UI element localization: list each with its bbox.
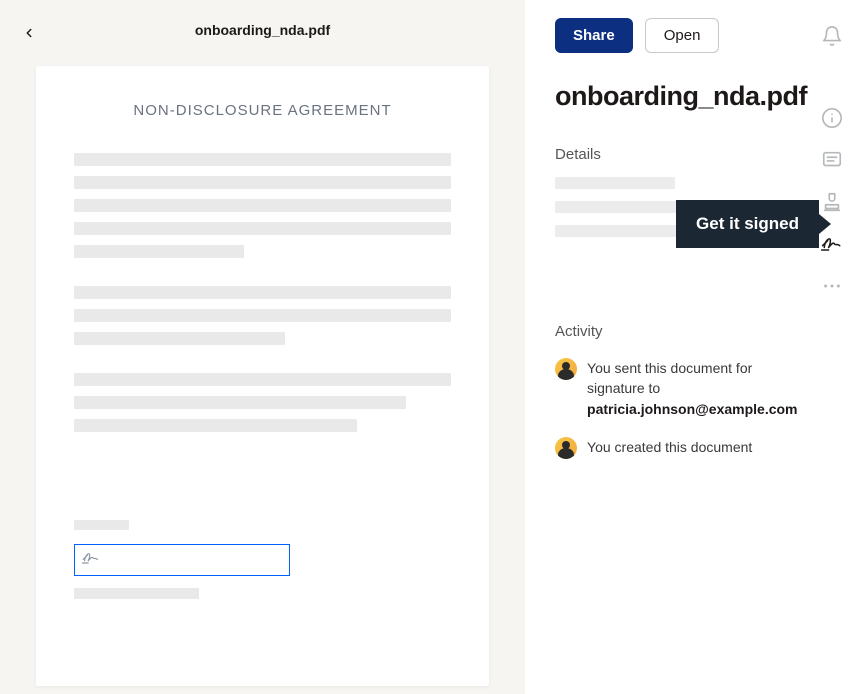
placeholder-line (74, 419, 357, 432)
comments-icon[interactable] (820, 148, 844, 172)
activity-prefix: You sent this document for signature to (587, 360, 752, 396)
preview-header: onboarding_nda.pdf (0, 0, 525, 60)
detail-filename: onboarding_nda.pdf (555, 81, 807, 112)
placeholder-line (74, 222, 451, 235)
icon-rail (815, 24, 849, 298)
preview-filename: onboarding_nda.pdf (18, 22, 507, 38)
activity-item: You created this document (555, 437, 807, 459)
placeholder-line (74, 373, 451, 386)
notification-icon[interactable] (820, 24, 844, 48)
placeholder-line (74, 588, 199, 599)
placeholder-line (74, 396, 406, 409)
activity-item: You sent this document for signature to … (555, 358, 807, 419)
open-button[interactable]: Open (645, 18, 720, 53)
document-page: NON-DISCLOSURE AGREEMENT (36, 66, 489, 686)
detail-header: Share Open (555, 18, 807, 53)
info-icon[interactable] (820, 106, 844, 130)
activity-text: You created this document (587, 437, 752, 457)
placeholder-line (74, 520, 129, 530)
placeholder-line (74, 153, 451, 166)
placeholder-line (74, 199, 451, 212)
details-section-label: Details (555, 146, 807, 163)
activity-section-label: Activity (555, 323, 807, 340)
activity-text: You sent this document for signature to … (587, 358, 807, 419)
signature-icon (81, 550, 101, 571)
chevron-left-icon (22, 26, 36, 40)
back-button[interactable] (20, 24, 38, 42)
stamp-icon[interactable] (820, 190, 844, 214)
sign-icon[interactable] (820, 232, 844, 256)
placeholder-line (555, 177, 675, 189)
placeholder-line (74, 309, 451, 322)
document-preview-pane: onboarding_nda.pdf NON-DISCLOSURE AGREEM… (0, 0, 525, 694)
document-title: NON-DISCLOSURE AGREEMENT (74, 102, 451, 119)
more-icon[interactable] (820, 274, 844, 298)
placeholder-line (74, 286, 451, 299)
detail-pane: Share Open onboarding_nda.pdf Details Ac… (525, 0, 859, 694)
placeholder-line (74, 176, 451, 189)
placeholder-line (74, 245, 244, 258)
activity-prefix: You created this document (587, 439, 752, 455)
avatar (555, 437, 577, 459)
share-button[interactable]: Share (555, 18, 633, 53)
activity-recipient: patricia.johnson@example.com (587, 401, 798, 417)
get-it-signed-tooltip: Get it signed (676, 200, 819, 248)
signature-field[interactable] (74, 544, 290, 576)
avatar (555, 358, 577, 380)
placeholder-line (74, 332, 285, 345)
tooltip-text: Get it signed (696, 214, 799, 234)
